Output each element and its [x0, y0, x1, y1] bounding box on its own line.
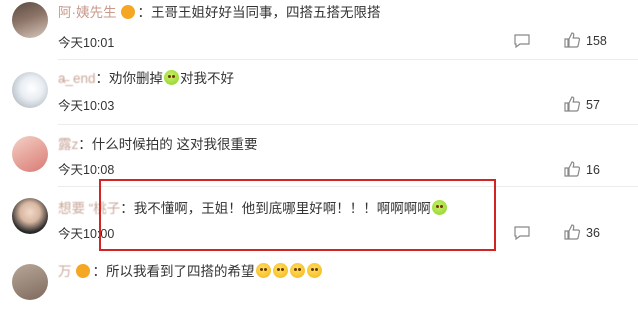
- comment-item: a̶_end：劝你删掉 对我不好 今天10:03 57: [0, 62, 638, 120]
- like-count: 57: [586, 98, 600, 112]
- comment-item: 阿·姨先生 ：王哥王姐好好当同事，四搭五搭无限搭 今天10:01 158: [0, 0, 638, 58]
- comment-author[interactable]: a̶_end: [58, 71, 96, 86]
- like-icon[interactable]: [564, 96, 580, 112]
- like-count: 158: [586, 34, 607, 48]
- comment-author[interactable]: 露z: [58, 137, 78, 152]
- crying-emoji-icon: [164, 70, 180, 85]
- comment-line: 万 ：所以我看到了四搭的希望: [58, 263, 323, 281]
- comment-time: 今天10:03: [58, 99, 115, 113]
- comment-line: 阿·姨先生 ：王哥王姐好好当同事，四搭五搭无限搭: [58, 4, 381, 22]
- avatar[interactable]: [12, 264, 48, 300]
- like-count: 16: [586, 163, 600, 177]
- comment-author[interactable]: 万: [58, 264, 72, 279]
- comment-text: ：劝你删掉: [95, 71, 164, 86]
- avatar[interactable]: [12, 136, 48, 172]
- reply-icon[interactable]: [514, 226, 530, 240]
- like-icon[interactable]: [564, 32, 580, 48]
- comment-text: ：什么时候拍的 这对我很重要: [78, 137, 258, 152]
- comment-text: ：所以我看到了四搭的希望: [92, 264, 255, 279]
- comment-time: 今天10:01: [58, 36, 115, 50]
- avatar[interactable]: [12, 2, 48, 38]
- reply-icon[interactable]: [514, 34, 530, 48]
- comment-line: 露z：什么时候拍的 这对我很重要: [58, 136, 258, 154]
- like-icon[interactable]: [564, 224, 580, 240]
- comment-line: a̶_end：劝你删掉 对我不好: [58, 70, 234, 88]
- like-count: 36: [586, 226, 600, 240]
- comment-item: 露z：什么时候拍的 这对我很重要 今天10:08 16: [0, 128, 638, 186]
- divider: [58, 124, 638, 125]
- comment-text-tail: 对我不好: [180, 71, 235, 86]
- comment-text: ：王哥王姐好好当同事，四搭五搭无限搭: [137, 5, 381, 20]
- comment-item: 万 ：所以我看到了四搭的希望: [0, 258, 638, 316]
- avatar[interactable]: [12, 198, 48, 234]
- like-icon[interactable]: [564, 161, 580, 177]
- highlight-box: [99, 179, 496, 251]
- verified-badge-icon: [120, 5, 135, 19]
- avatar[interactable]: [12, 72, 48, 108]
- comment-author[interactable]: 阿·姨先生: [58, 5, 117, 20]
- divider: [58, 59, 638, 60]
- comment-time: 今天10:08: [58, 163, 115, 177]
